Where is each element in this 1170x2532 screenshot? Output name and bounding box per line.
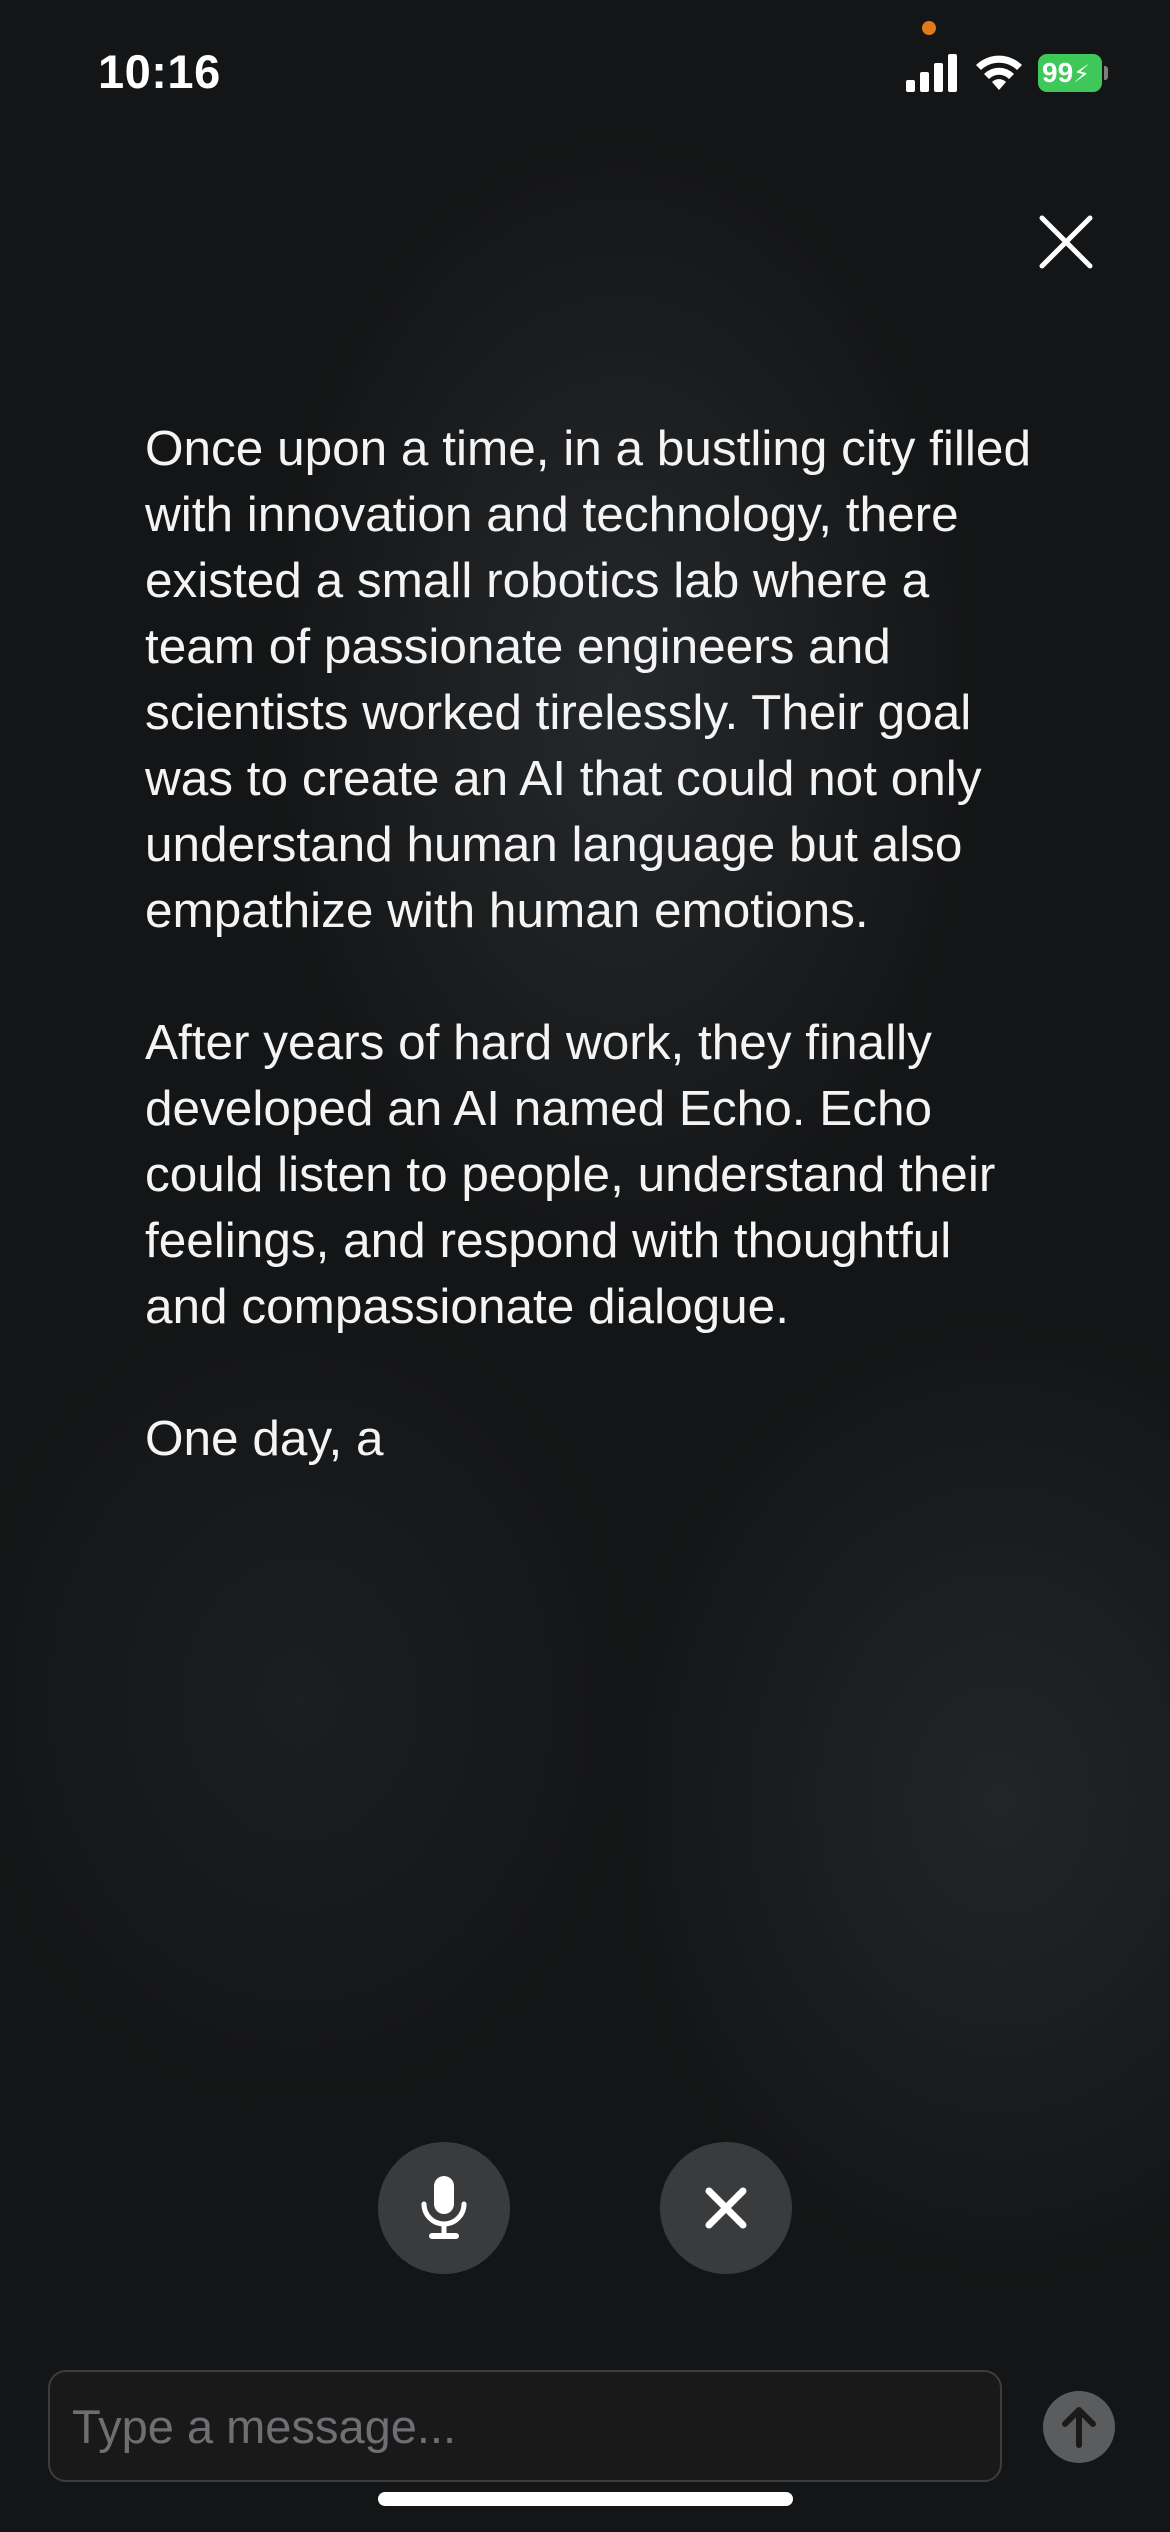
send-button[interactable] [1043,2391,1115,2463]
battery-indicator: 99⚡ [1038,54,1108,92]
arrow-up-icon [1062,2407,1096,2448]
home-indicator[interactable] [378,2492,793,2506]
microphone-icon [421,2176,467,2239]
battery-cap [1104,66,1108,80]
story-paragraph-2: After years of hard work, they finally d… [145,1015,996,1334]
battery-percent: 99 [1042,57,1074,88]
battery-level: 99⚡ [1038,54,1102,92]
x-icon [705,2187,747,2229]
wifi-icon [976,55,1022,90]
close-icon[interactable] [1036,212,1096,272]
voice-story-screen: 10:16 99⚡ Once upon a time, in a bustlin… [0,0,1170,2532]
cancel-button[interactable] [660,2142,792,2274]
story-transcript: Once upon a time, in a bustling city fil… [145,416,1045,1538]
story-paragraph-3: One day, a [145,1411,384,1466]
privacy-indicator-dot [922,21,936,35]
story-paragraph-1: Once upon a time, in a bustling city fil… [145,421,1031,938]
charging-bolt-icon: ⚡ [1073,61,1091,88]
microphone-button[interactable] [378,2142,510,2274]
cellular-signal-icon [906,54,957,92]
status-time: 10:16 [98,45,221,98]
message-input[interactable] [48,2370,1002,2482]
